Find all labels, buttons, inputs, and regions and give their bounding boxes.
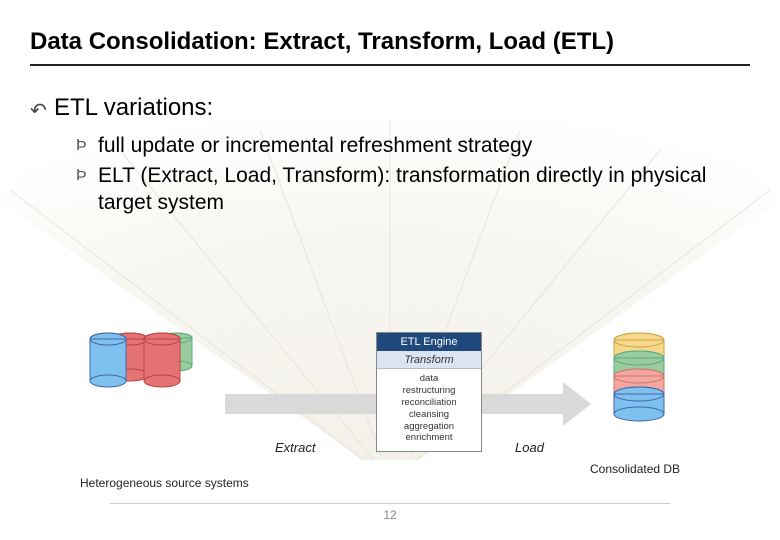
etl-engine-box: ETL Engine Transform datarestructuringre…: [376, 332, 482, 452]
slide-title: Data Consolidation: Extract, Transform, …: [30, 28, 750, 56]
consolidated-db-label: Consolidated DB: [590, 462, 680, 476]
source-db-icon: [142, 332, 182, 388]
sub-bullet-text: full update or incremental refreshment s…: [98, 133, 532, 159]
bullet-glyph-icon: Þ: [76, 137, 98, 155]
extract-label: Extract: [275, 440, 315, 455]
source-db-icon: [88, 332, 128, 388]
engine-subheader: Transform: [377, 351, 481, 369]
bullet-main: ↶ ETL variations:: [30, 94, 750, 123]
bullet-glyph-icon: Þ: [76, 167, 98, 185]
slide-footer: 12: [0, 503, 780, 524]
page-number: 12: [383, 508, 396, 522]
load-label: Load: [515, 440, 544, 455]
sub-bullet: Þ ELT (Extract, Load, Transform): transf…: [76, 163, 750, 216]
engine-steps: datarestructuringreconciliationcleansing…: [377, 369, 481, 448]
sub-bullet-text: ELT (Extract, Load, Transform): transfor…: [98, 163, 750, 216]
engine-header: ETL Engine: [377, 333, 481, 351]
bullet-main-text: ETL variations:: [54, 94, 213, 122]
arrow-left-icon: ↶: [30, 98, 54, 123]
title-underline: [30, 64, 750, 66]
consolidated-db-icon: [612, 332, 666, 424]
source-systems-label: Heterogeneous source systems: [80, 476, 249, 490]
sub-bullet: Þ full update or incremental refreshment…: [76, 133, 750, 159]
etl-diagram: ETL Engine Transform datarestructuringre…: [80, 332, 700, 492]
